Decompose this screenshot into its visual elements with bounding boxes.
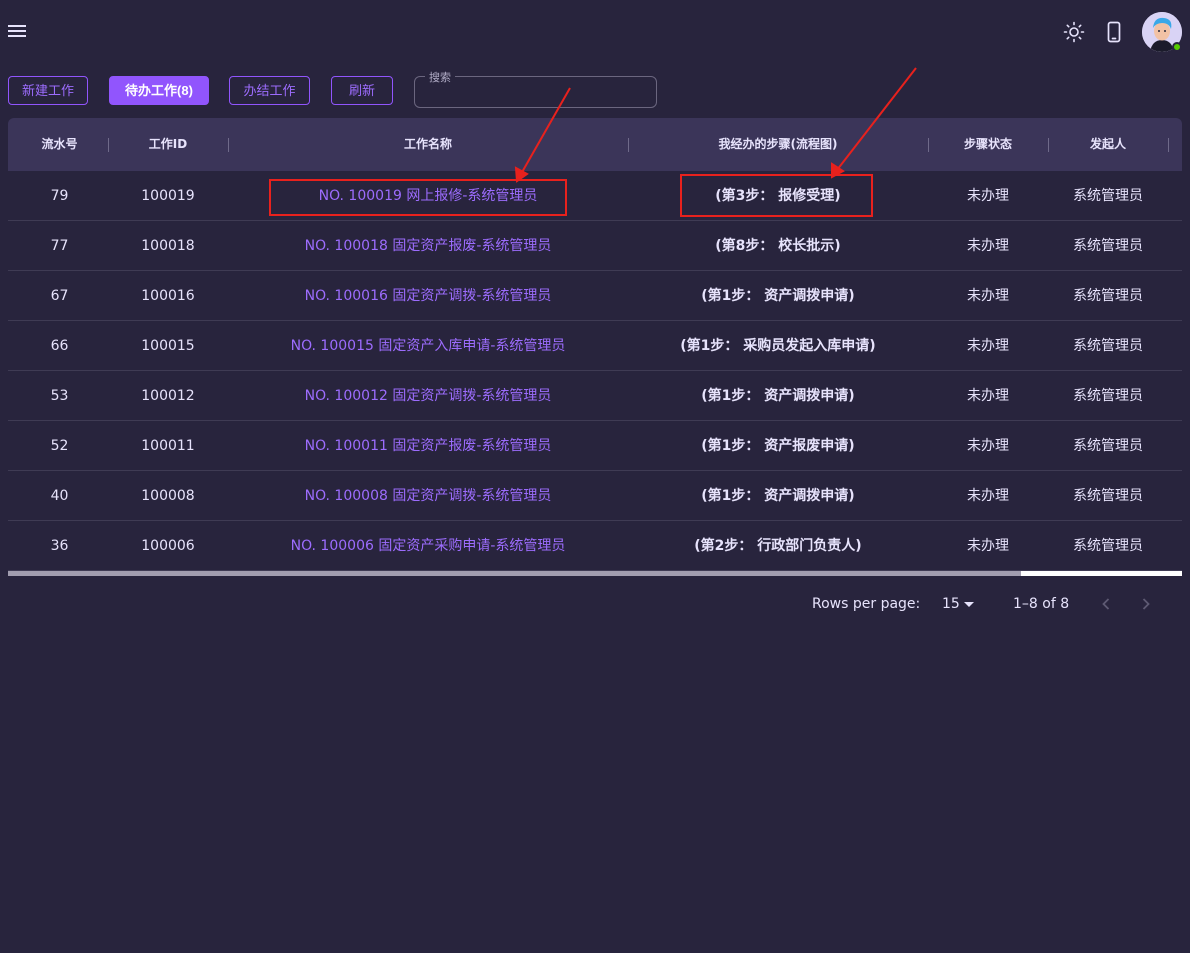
online-status-dot: [1172, 42, 1182, 52]
top-app-bar: [0, 0, 1190, 64]
column-separator: [1168, 138, 1169, 152]
cell-work-id: 100012: [141, 388, 195, 404]
phone-icon[interactable]: [1102, 20, 1126, 44]
cell-work-id: 100015: [141, 338, 195, 354]
table-row[interactable]: 66 100015 NO. 100015 固定资产入库申请-系统管理员 (第1步…: [8, 321, 1182, 371]
work-name-link[interactable]: NO. 100008 固定资产调拨-系统管理员: [228, 471, 628, 521]
table-row[interactable]: 79 100019 NO. 100019 网上报修-系统管理员 (第3步： 报修…: [8, 171, 1182, 221]
horizontal-scrollbar[interactable]: [8, 571, 1182, 576]
cell-initiator: 系统管理员: [1073, 438, 1143, 454]
cell-initiator: 系统管理员: [1073, 188, 1143, 204]
highlight-box-step: [680, 174, 873, 217]
cell-step-status: 未办理: [967, 388, 1009, 404]
cell-serial: 40: [50, 488, 69, 504]
column-header-step-status[interactable]: 步骤状态: [928, 118, 1048, 171]
step-flowchart-link[interactable]: (第2步： 行政部门负责人): [628, 521, 928, 571]
work-name-link[interactable]: NO. 100011 固定资产报废-系统管理员: [228, 421, 628, 471]
work-name-link[interactable]: NO. 100012 固定资产调拨-系统管理员: [228, 371, 628, 421]
cell-initiator: 系统管理员: [1073, 238, 1143, 254]
sun-icon[interactable]: [1062, 20, 1086, 44]
step-flowchart-link[interactable]: (第1步： 资产调拨申请): [628, 271, 928, 321]
cell-step-status: 未办理: [967, 438, 1009, 454]
cell-initiator: 系统管理员: [1073, 288, 1143, 304]
table-header: 流水号 工作ID 工作名称 我经办的步骤(流程图) 步骤状态 发起人: [8, 118, 1182, 171]
cell-step-status: 未办理: [967, 338, 1009, 354]
cell-work-id: 100011: [141, 438, 195, 454]
step-flowchart-link[interactable]: (第1步： 资产调拨申请): [628, 471, 928, 521]
column-header-work-id[interactable]: 工作ID: [108, 118, 228, 171]
scrollbar-thumb[interactable]: [8, 571, 1021, 576]
page-range: 1–8 of 8: [1013, 596, 1070, 612]
table-row[interactable]: 52 100011 NO. 100011 固定资产报废-系统管理员 (第1步： …: [8, 421, 1182, 471]
chevron-right-icon[interactable]: [1134, 592, 1158, 616]
table-row[interactable]: 36 100006 NO. 100006 固定资产采购申请-系统管理员 (第2步…: [8, 521, 1182, 571]
cell-serial: 79: [50, 188, 69, 204]
search-label: 搜索: [425, 69, 455, 85]
completed-work-button[interactable]: 办结工作: [229, 76, 310, 105]
column-header-serial[interactable]: 流水号: [8, 118, 111, 171]
cell-work-id: 100006: [141, 538, 195, 554]
cell-serial: 67: [50, 288, 69, 304]
column-header-initiator[interactable]: 发起人: [1048, 118, 1168, 171]
step-flowchart-link[interactable]: (第1步： 资产报废申请): [628, 421, 928, 471]
cell-initiator: 系统管理员: [1073, 538, 1143, 554]
pending-work-button[interactable]: 待办工作(8): [109, 76, 209, 105]
cell-serial: 53: [50, 388, 69, 404]
cell-work-id: 100018: [141, 238, 195, 254]
search-field: 搜索: [414, 69, 657, 108]
cell-initiator: 系统管理员: [1073, 338, 1143, 354]
cell-step-status: 未办理: [967, 188, 1009, 204]
work-name-link[interactable]: NO. 100018 固定资产报废-系统管理员: [228, 221, 628, 271]
cell-work-id: 100016: [141, 288, 195, 304]
cell-work-id: 100019: [141, 188, 195, 204]
rows-per-page-label: Rows per page:: [812, 596, 921, 612]
table-row[interactable]: 53 100012 NO. 100012 固定资产调拨-系统管理员 (第1步： …: [8, 371, 1182, 421]
cell-initiator: 系统管理员: [1073, 488, 1143, 504]
cell-step-status: 未办理: [967, 488, 1009, 504]
cell-serial: 52: [50, 438, 69, 454]
work-name-link[interactable]: NO. 100015 固定资产入库申请-系统管理员: [228, 321, 628, 371]
table-row[interactable]: 67 100016 NO. 100016 固定资产调拨-系统管理员 (第1步： …: [8, 271, 1182, 321]
hamburger-icon[interactable]: [6, 22, 28, 42]
cell-serial: 36: [50, 538, 69, 554]
highlight-box-work-name: [269, 179, 567, 216]
cell-initiator: 系统管理员: [1073, 388, 1143, 404]
step-flowchart-link[interactable]: (第1步： 采购员发起入库申请): [628, 321, 928, 371]
cell-serial: 77: [50, 238, 69, 254]
work-table: 流水号 工作ID 工作名称 我经办的步骤(流程图) 步骤状态 发起人 79 10…: [8, 118, 1182, 576]
step-flowchart-link[interactable]: (第8步： 校长批示): [628, 221, 928, 271]
column-header-work-name[interactable]: 工作名称: [228, 118, 628, 171]
cell-step-status: 未办理: [967, 288, 1009, 304]
table-row[interactable]: 77 100018 NO. 100018 固定资产报废-系统管理员 (第8步： …: [8, 221, 1182, 271]
cell-step-status: 未办理: [967, 238, 1009, 254]
work-name-link[interactable]: NO. 100016 固定资产调拨-系统管理员: [228, 271, 628, 321]
caret-down-icon[interactable]: [964, 602, 974, 607]
cell-work-id: 100008: [141, 488, 195, 504]
step-flowchart-link[interactable]: (第1步： 资产调拨申请): [628, 371, 928, 421]
cell-step-status: 未办理: [967, 538, 1009, 554]
column-header-my-step[interactable]: 我经办的步骤(流程图): [628, 118, 928, 171]
work-name-link[interactable]: NO. 100006 固定资产采购申请-系统管理员: [228, 521, 628, 571]
table-body: 79 100019 NO. 100019 网上报修-系统管理员 (第3步： 报修…: [8, 171, 1182, 571]
refresh-button[interactable]: 刷新: [331, 76, 393, 105]
chevron-left-icon[interactable]: [1094, 592, 1118, 616]
new-work-button[interactable]: 新建工作: [8, 76, 88, 105]
table-row[interactable]: 40 100008 NO. 100008 固定资产调拨-系统管理员 (第1步： …: [8, 471, 1182, 521]
cell-serial: 66: [50, 338, 69, 354]
